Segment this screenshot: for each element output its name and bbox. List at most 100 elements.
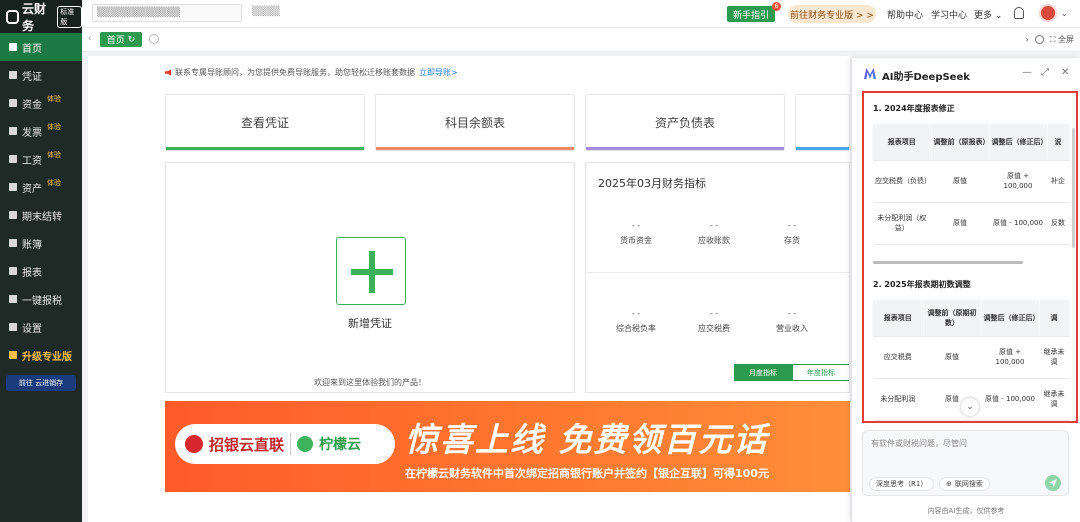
table-header-row: 报表项目 调整前（原期初数） 调整后（修正后） 调 (873, 300, 1070, 337)
add-voucher-button[interactable] (336, 237, 406, 305)
trial-tag: 体验 (47, 179, 61, 187)
vertical-scrollbar[interactable] (1072, 128, 1075, 248)
promo-banner[interactable]: 招银云直联 柠檬云 惊喜上线 免费领百元话 在柠檬云财务软件中首次绑定招商银行账… (165, 401, 850, 492)
sidebar-item-label: 发票 (22, 127, 42, 139)
import-now-link[interactable]: 立即导账> (419, 67, 458, 78)
close-icon[interactable]: ✕ (1061, 67, 1069, 78)
fourth-card[interactable] (795, 94, 850, 151)
help-center-link[interactable]: 帮助中心 (887, 8, 923, 21)
sidebar-item-label: 账簿 (22, 239, 42, 251)
table-cell: 未分配利润 (873, 378, 924, 421)
avatar[interactable] (1039, 4, 1057, 22)
gear-icon (9, 323, 17, 331)
balance-sheet-card[interactable]: 资产负债表 (585, 94, 785, 151)
table-header-cell: 调整前（原报表） (931, 124, 990, 161)
ai-response-area[interactable]: 1. 2024年度报表修正 报表项目 调整前（原报表） 调整后（修正后） 说 应… (862, 91, 1078, 423)
go-pro-button[interactable]: 前往财务专业版 > > (788, 5, 876, 23)
table-row: 应交税费 原值 原值 + 100,000 继承未调 (873, 336, 1070, 379)
section-title: 2. 2025年报表期初数调整 (873, 280, 971, 289)
import-notice: 联系专属导账顾问，为您提供免费导账服务，助您轻松迁移账套数据 立即导账> (165, 67, 458, 78)
sidebar-item-label: 报表 (22, 267, 42, 279)
sidebar-item-label: 设置 (22, 323, 42, 335)
chevron-down-icon[interactable]: ⌄ (1061, 9, 1068, 18)
double-chevron-down-icon: ⌄ (966, 402, 974, 412)
metric-value: - - (709, 221, 719, 230)
view-voucher-card[interactable]: 查看凭证 (165, 94, 365, 151)
indicator-period-toggle: 月度指标 年度指标 (734, 364, 849, 381)
sidebar-item-reports[interactable]: 报表 (0, 257, 82, 285)
funds-icon (9, 99, 17, 107)
bell-icon[interactable] (1014, 7, 1024, 19)
metric-value: - - (631, 309, 641, 318)
close-icon[interactable] (149, 34, 159, 44)
minus-circle-icon[interactable] (1034, 35, 1044, 44)
notice-text: 联系专属导账顾问，为您提供免费导账服务，助您轻松迁移账套数据 (175, 68, 415, 77)
ai-question-input[interactable]: 有软件或财税问题，尽管问 深度思考（R1） ⊕ 联网搜索 (862, 430, 1069, 496)
period-selector[interactable]: ▒▒▒▒ (252, 7, 280, 17)
fullscreen-button[interactable]: ⛶ 全屏 (1050, 34, 1074, 45)
deep-think-toggle[interactable]: 深度思考（R1） (869, 477, 935, 491)
sidebar-item-upgrade[interactable]: 升级专业版 (0, 341, 82, 369)
table-row: 应交税费（负债） 原值 原值 + 100,000 补企 (873, 160, 1070, 203)
expand-icon[interactable]: ⤢ (1041, 67, 1049, 78)
sidebar-item-period-close[interactable]: 期末结转 (0, 201, 82, 229)
sidebar-item-invoice[interactable]: 发票 体验 (0, 117, 82, 145)
tab-home[interactable]: 首页 ↻ (100, 32, 142, 47)
sidebar-item-voucher[interactable]: 凭证 (0, 61, 82, 89)
table-header-cell: 调整前（原期初数） (923, 300, 982, 337)
brand-lemon: 柠檬云 (319, 437, 362, 453)
company-selector[interactable]: ▒▒▒▒▒▒▒▒▒▒▒▒ (92, 4, 242, 22)
send-button[interactable] (1045, 475, 1061, 491)
sidebar-item-tax[interactable]: 一键报税 (0, 285, 82, 313)
horizontal-scrollbar[interactable] (873, 261, 1023, 264)
tab-home-label: 首页 (106, 36, 125, 46)
sidebar-item-settings[interactable]: 设置 (0, 313, 82, 341)
lemon-icon (297, 436, 314, 452)
sidebar-item-funds[interactable]: 资金 体验 (0, 89, 82, 117)
refresh-icon[interactable]: ↻ (128, 35, 136, 45)
table-cell: 补企 (1047, 160, 1070, 203)
table-cell: 未分配利润（权益） (873, 202, 932, 245)
metric-label: 存货 (784, 236, 800, 245)
inventory-banner[interactable]: 前往 云进销存 (6, 375, 76, 391)
sidebar-item-home[interactable]: 首页 (0, 33, 82, 61)
learning-center-link[interactable]: 学习中心 (931, 8, 967, 21)
sidebar-item-label: 期末结转 (22, 211, 62, 223)
web-search-toggle[interactable]: ⊕ 联网搜索 (939, 477, 990, 491)
newbie-guide-button[interactable]: 新手指引 (727, 6, 775, 22)
minimize-icon[interactable]: — (1022, 67, 1032, 78)
ai-disclaimer: 内容由AI生成，仅供参考 (927, 507, 1005, 515)
card-label: 科目余额表 (444, 116, 505, 130)
yearly-indicator-tab[interactable]: 年度指标 (792, 364, 849, 381)
trial-tag: 体验 (47, 95, 61, 103)
monthly-indicator-tab[interactable]: 月度指标 (734, 364, 792, 381)
sidebar-item-salary[interactable]: 工资 体验 (0, 145, 82, 173)
promo-subline: 在柠檬云财务软件中首次绑定招商银行账户并签约【银企互联】可得100元 (405, 467, 769, 480)
card-label: 资产负债表 (654, 116, 715, 130)
trial-tag: 体验 (47, 123, 61, 131)
adjustment-table-2024: 报表项目 调整前（原报表） 调整后（修正后） 说 应交税费（负债） 原值 原值 … (873, 124, 1070, 245)
main-content: 联系专属导账顾问，为您提供免费导账服务，助您轻松迁移账套数据 立即导账> 查看凭… (88, 56, 850, 522)
divider (586, 272, 849, 273)
more-menu[interactable]: 更多 ⌄ (974, 8, 1002, 21)
speaker-icon (165, 69, 171, 76)
sidebar-item-assets[interactable]: 资产 体验 (0, 173, 82, 201)
welcome-text: 欢迎来到这里体验我们的产品！ (314, 378, 426, 387)
app-logo[interactable]: 云财务 标准版 (0, 0, 82, 33)
scroll-down-button[interactable]: ⌄ (961, 398, 979, 416)
brand-cmb: 招银云直联 (209, 435, 285, 454)
salary-icon (9, 155, 17, 163)
financial-title: 2025年03月财务指标 (598, 177, 706, 190)
metric-label: 应交税费 (698, 324, 730, 333)
account-balance-card[interactable]: 科目余额表 (375, 94, 575, 151)
chevron-left-icon[interactable]: ‹ (88, 34, 92, 44)
chevron-right-icon[interactable]: › (1026, 35, 1029, 44)
edition-badge: 标准版 (57, 5, 82, 28)
metric-tax-burden: - - 综合税负率 (601, 309, 671, 334)
sidebar-item-label: 首页 (22, 43, 42, 55)
table-cell: 继承未调 (1039, 378, 1070, 421)
metric-value: - - (787, 221, 797, 230)
metric-inventory: - - 存货 (757, 221, 827, 246)
sidebar-item-ledger[interactable]: 账簿 (0, 229, 82, 257)
ai-assistant-panel: AI助手DeepSeek — ⤢ ✕ 1. 2024年度报表修正 报表项目 调整… (851, 58, 1080, 522)
